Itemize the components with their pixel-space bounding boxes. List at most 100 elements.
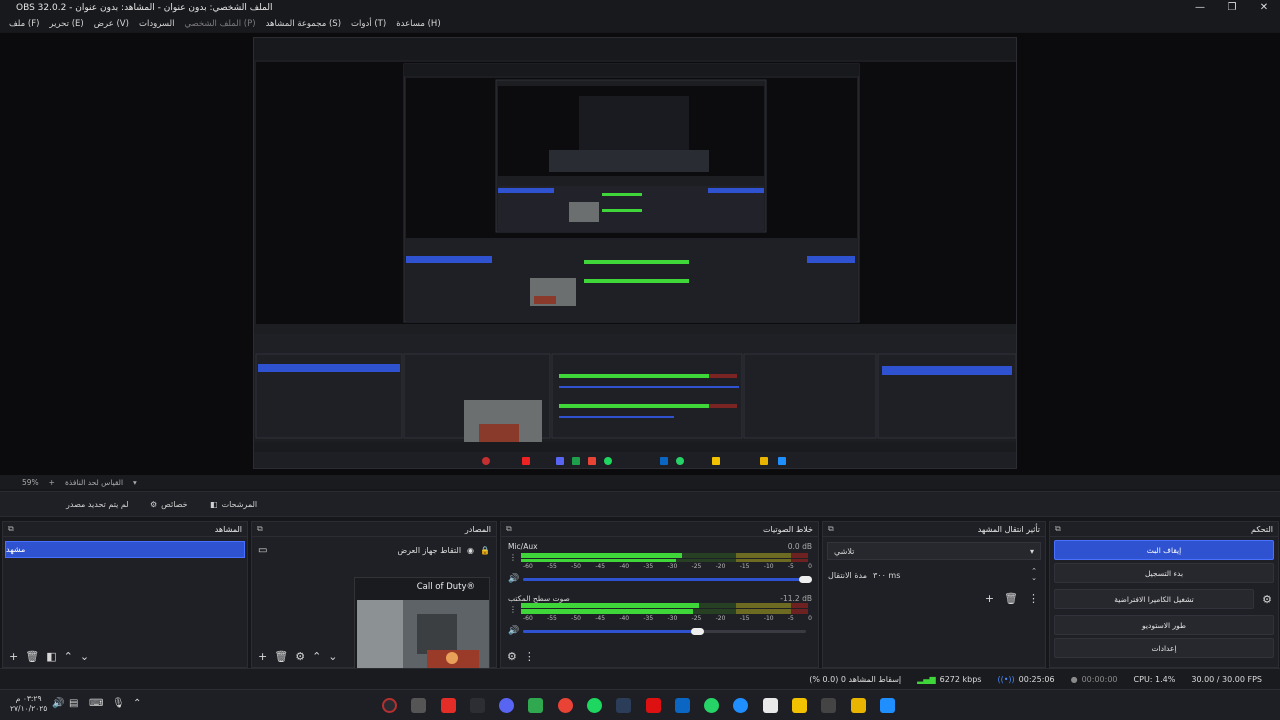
- menu-docks[interactable]: السرودات: [134, 19, 179, 29]
- menu-help[interactable]: (H) مساعدة: [391, 19, 445, 29]
- tooltip-title: Call of Duty®: [416, 582, 475, 592]
- meter-tick-label: -50: [571, 563, 581, 570]
- controls-dock: التحكم ⧉ إيقاف البث بدء التسجيل تشغيل ال…: [1049, 521, 1279, 668]
- meter-tick-label: -45: [595, 615, 606, 622]
- add-source-icon[interactable]: +: [258, 650, 267, 663]
- preview-capture[interactable]: [253, 37, 1017, 469]
- gear-icon[interactable]: ⚙: [507, 650, 517, 663]
- spotify-icon[interactable]: [587, 698, 602, 713]
- chevron-down-icon: ▾: [1029, 546, 1034, 556]
- notes-icon[interactable]: [792, 698, 807, 713]
- steam-icon[interactable]: [616, 698, 631, 713]
- fps-value: 30.00 / 30.00 FPS: [1191, 674, 1262, 684]
- obs-icon[interactable]: [382, 698, 397, 713]
- trash-icon[interactable]: 🗑: [1004, 592, 1018, 605]
- dock-float-icon[interactable]: ⧉: [828, 524, 834, 534]
- speaker-icon[interactable]: 🔊: [52, 698, 64, 709]
- add-transition-icon[interactable]: +: [985, 592, 994, 605]
- duration-input[interactable]: ٣٠٠ ms ⌃ ⌄: [867, 566, 1041, 584]
- zoom-in-button[interactable]: +: [49, 478, 55, 487]
- source-toolbar: لم يتم تحديد مصدر خصائص ⚙ المرشحات ◧: [0, 491, 1280, 517]
- channel-db: -11.2 dB: [780, 594, 812, 603]
- clock-date: ٢٧/١٠/٢٠٢٥: [10, 704, 48, 713]
- kebab-menu-icon[interactable]: ⋮: [524, 650, 535, 663]
- trash-icon[interactable]: 🗑: [25, 650, 39, 663]
- volume-slider[interactable]: [523, 628, 806, 635]
- kebab-menu-icon[interactable]: ⋮: [1028, 592, 1039, 605]
- scale-to-window-label[interactable]: القياس لحد النافذة: [65, 478, 123, 487]
- outlook-icon[interactable]: [675, 698, 690, 713]
- dock-float-icon[interactable]: ⧉: [1055, 524, 1061, 534]
- transition-select[interactable]: تلاشي ▾: [827, 542, 1041, 560]
- cpu-usage: CPU: 1.4%: [1133, 674, 1176, 684]
- studio-mode-button[interactable]: طور الاستوديو: [1054, 615, 1274, 635]
- chrome-icon[interactable]: [558, 698, 573, 713]
- xbox-icon[interactable]: [528, 698, 543, 713]
- clock[interactable]: ٠٣:٢٩ م ٢٧/١٠/٢٠٢٥: [10, 694, 47, 714]
- discord-icon[interactable]: [499, 698, 514, 713]
- move-down-icon[interactable]: ⌄: [328, 650, 337, 663]
- start-virtual-camera-button[interactable]: تشغيل الكاميرا الافتراضية: [1054, 589, 1254, 609]
- move-up-icon[interactable]: ⌃: [64, 650, 73, 663]
- folder-icon[interactable]: [851, 698, 866, 713]
- menu-scene-collection[interactable]: (S) مجموعة المشاهد: [261, 19, 346, 29]
- dock-float-icon[interactable]: ⧉: [8, 524, 14, 534]
- microphone-icon[interactable]: 🎙: [112, 698, 125, 709]
- keyboard-icon[interactable]: ⌨: [89, 698, 103, 709]
- lock-icon[interactable]: 🔒: [480, 546, 490, 555]
- stop-streaming-button[interactable]: إيقاف البث: [1054, 540, 1274, 560]
- dock-float-icon[interactable]: ⧉: [257, 524, 263, 534]
- gear-icon[interactable]: ⚙: [295, 650, 305, 663]
- volume-slider[interactable]: [523, 576, 812, 583]
- zoom-level[interactable]: 59%: [22, 478, 39, 487]
- move-up-icon[interactable]: ⌃: [312, 650, 321, 663]
- minimize-button[interactable]: —: [1184, 0, 1216, 15]
- gear-icon[interactable]: ⚙: [1256, 593, 1278, 606]
- settings-app-icon[interactable]: [821, 698, 836, 713]
- start-recording-button[interactable]: بدء التسجيل: [1054, 563, 1274, 583]
- obs-app-icon[interactable]: [411, 698, 426, 713]
- trash-icon[interactable]: 🗑: [274, 650, 288, 663]
- filter-icon[interactable]: ◧: [46, 650, 56, 663]
- add-scene-icon[interactable]: +: [9, 650, 18, 663]
- close-button[interactable]: ✕: [1248, 0, 1280, 15]
- menu-edit[interactable]: (E) تحرير: [44, 19, 88, 29]
- sources-title: المصادر: [464, 524, 491, 534]
- dock-float-icon[interactable]: ⧉: [506, 524, 512, 534]
- stream-icon: ((•)): [997, 674, 1015, 684]
- chevron-down-icon[interactable]: ▾: [133, 478, 137, 487]
- windows-start-icon[interactable]: [880, 698, 895, 713]
- youtube-icon[interactable]: [441, 698, 456, 713]
- menu-file[interactable]: (F) ملف: [4, 19, 44, 29]
- monitor-icon: ▭: [258, 545, 268, 556]
- meter-tick-label: -10: [763, 615, 774, 622]
- menu-profile[interactable]: (P) الملف الشخصي: [179, 19, 260, 29]
- properties-button[interactable]: خصائص ⚙: [144, 496, 194, 513]
- spinner-icon[interactable]: ⌃ ⌄: [1031, 568, 1037, 582]
- chevron-up-icon[interactable]: ⌃: [133, 698, 141, 709]
- dropped-frames: إسقاط المشاهد 0 (0.0 %): [809, 674, 902, 684]
- maximize-button[interactable]: ❐: [1216, 0, 1248, 15]
- speaker-icon[interactable]: 🔊: [508, 626, 519, 636]
- mixer-footer: ⚙ ⋮: [501, 645, 818, 667]
- kebab-menu-icon[interactable]: ⋮: [509, 605, 517, 614]
- menu-tools[interactable]: (T) أدوات: [346, 19, 391, 29]
- menu-view[interactable]: (V) عرض: [89, 19, 134, 29]
- level-meter-right: [521, 609, 808, 614]
- network-icon[interactable]: ▤: [69, 698, 78, 709]
- source-row[interactable]: ▭ التقاط جهاز العرض ◉ 🔒: [252, 541, 496, 560]
- meter-tick-label: -35: [643, 563, 654, 570]
- settings-button[interactable]: إعدادات: [1054, 638, 1274, 658]
- move-down-icon[interactable]: ⌄: [80, 650, 89, 663]
- edge-icon[interactable]: [733, 698, 748, 713]
- epic-games-icon[interactable]: [470, 698, 485, 713]
- eye-icon[interactable]: ◉: [467, 546, 474, 555]
- whatsapp-icon[interactable]: [704, 698, 719, 713]
- store-icon[interactable]: [763, 698, 778, 713]
- filters-button[interactable]: المرشحات ◧: [204, 496, 263, 513]
- kebab-menu-icon[interactable]: ⋮: [509, 553, 517, 562]
- scene-item[interactable]: مشهد: [5, 541, 245, 558]
- acrobat-icon[interactable]: [646, 698, 661, 713]
- speaker-icon[interactable]: 🔊: [508, 574, 519, 584]
- meter-tick-label: -40: [619, 615, 630, 622]
